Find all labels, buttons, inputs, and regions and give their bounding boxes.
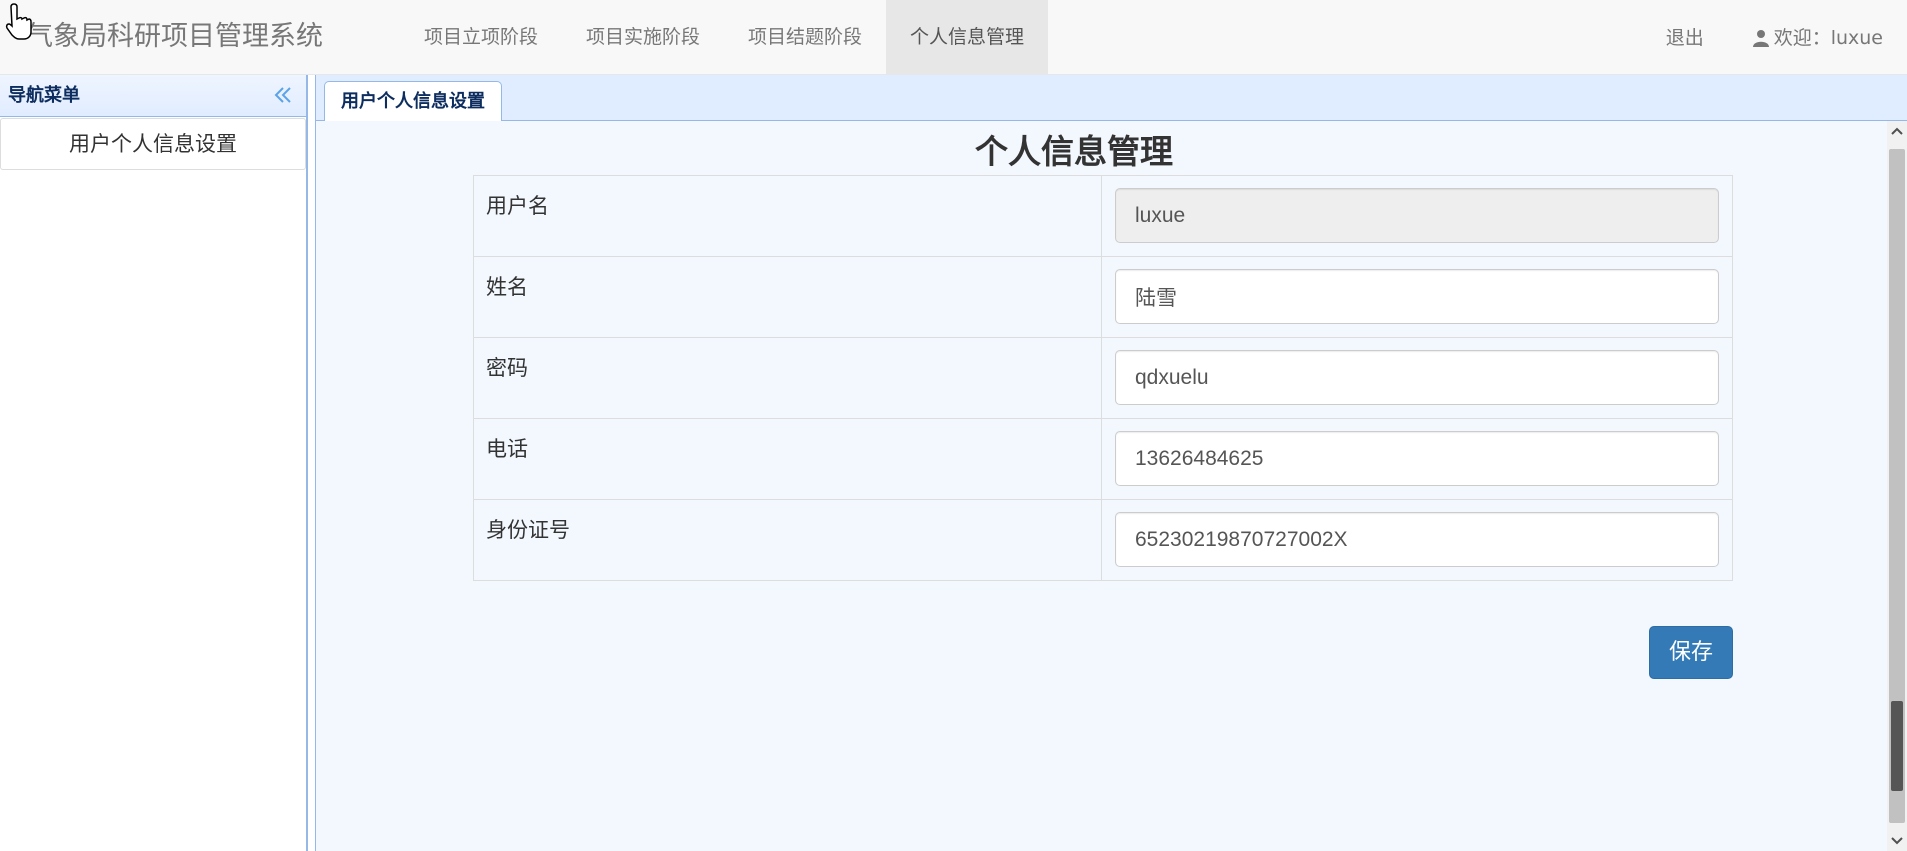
- save-button[interactable]: 保存: [1649, 626, 1733, 679]
- main-panel: 用户个人信息设置 个人信息管理 用户名 姓名 密码: [315, 75, 1907, 851]
- tab-user-settings[interactable]: 用户个人信息设置: [324, 81, 502, 122]
- table-cell: [1101, 337, 1733, 419]
- user-icon: [1752, 29, 1769, 47]
- table-row: 用户名: [473, 175, 1733, 257]
- nav-item-personal-info[interactable]: 个人信息管理: [886, 0, 1049, 75]
- table-cell: [1101, 499, 1733, 581]
- table-cell: [1101, 256, 1733, 338]
- nav-item-project-closure[interactable]: 项目结题阶段: [724, 0, 886, 75]
- tabs-bar: 用户个人信息设置: [316, 75, 1907, 122]
- name-label: 姓名: [473, 256, 1102, 338]
- logout-link[interactable]: 退出: [1642, 0, 1728, 75]
- scroll-down-arrow-icon[interactable]: [1887, 831, 1907, 851]
- table-row: 姓名: [473, 256, 1733, 338]
- sidebar-header: 导航菜单: [0, 75, 306, 117]
- username-field[interactable]: [1115, 188, 1719, 243]
- nav-right: 退出 欢迎：luxue: [1642, 0, 1907, 75]
- password-field[interactable]: [1115, 350, 1719, 405]
- sidebar-item-user-settings[interactable]: 用户个人信息设置: [0, 118, 306, 170]
- hand-cursor-icon: [5, 3, 32, 40]
- table-row: 身份证号: [473, 499, 1733, 581]
- sidebar-title: 导航菜单: [8, 85, 80, 106]
- id-number-label: 身份证号: [473, 499, 1102, 581]
- welcome-user-link[interactable]: 欢迎：luxue: [1728, 0, 1907, 75]
- top-navbar: 气象局科研项目管理系统 项目立项阶段 项目实施阶段 项目结题阶段 个人信息管理 …: [0, 0, 1907, 75]
- phone-field[interactable]: [1115, 431, 1719, 486]
- table-row: 密码: [473, 337, 1733, 419]
- app-title[interactable]: 气象局科研项目管理系统: [26, 0, 323, 75]
- table-cell: [1101, 418, 1733, 500]
- sidebar: 导航菜单 用户个人信息设置: [0, 75, 308, 851]
- nav-item-project-initiation[interactable]: 项目立项阶段: [400, 0, 562, 75]
- nav-item-project-implementation[interactable]: 项目实施阶段: [562, 0, 724, 75]
- username-label: 用户名: [473, 175, 1102, 257]
- scroll-up-arrow-icon[interactable]: [1887, 121, 1907, 141]
- vertical-scrollbar[interactable]: [1887, 121, 1907, 851]
- table-row: 电话: [473, 418, 1733, 500]
- password-label: 密码: [473, 337, 1102, 419]
- welcome-text: 欢迎：luxue: [1773, 26, 1883, 49]
- scrollbar-thumb-active[interactable]: [1891, 701, 1903, 791]
- table-cell: [1101, 175, 1733, 257]
- page-title: 个人信息管理: [975, 132, 1173, 171]
- content-area: 个人信息管理 用户名 姓名 密码 电话: [316, 121, 1888, 851]
- personal-info-form: 用户名 姓名 密码 电话: [473, 175, 1733, 581]
- id-number-field[interactable]: [1115, 512, 1719, 567]
- main-nav: 项目立项阶段 项目实施阶段 项目结题阶段 个人信息管理: [400, 0, 1049, 75]
- name-field[interactable]: [1115, 269, 1719, 324]
- double-chevron-left-icon[interactable]: [272, 84, 294, 106]
- phone-label: 电话: [473, 418, 1102, 500]
